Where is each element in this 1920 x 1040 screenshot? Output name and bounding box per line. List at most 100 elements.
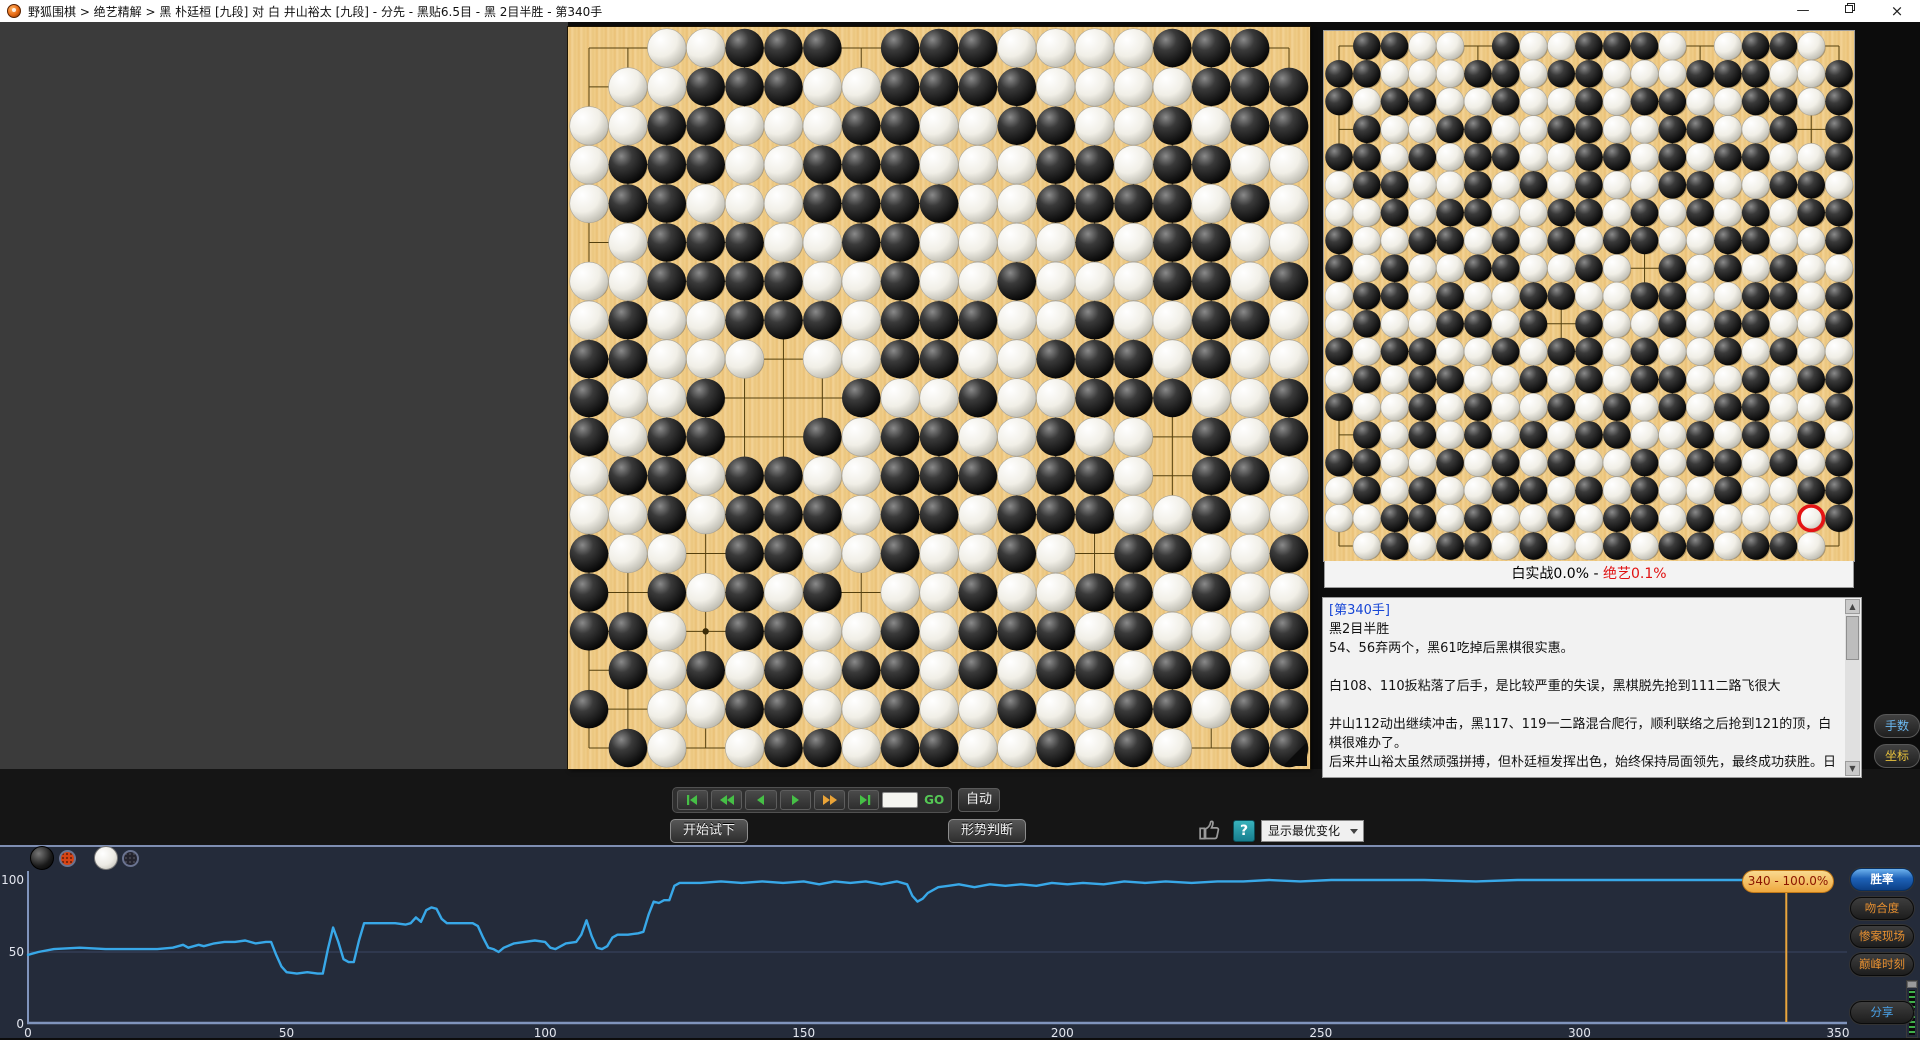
white-stone (1547, 171, 1575, 199)
scroll-down-icon[interactable]: ▼ (1845, 761, 1860, 776)
black-stone (881, 68, 920, 107)
black-stone (1631, 338, 1659, 366)
graph-button-1[interactable]: 胜率 (1850, 868, 1914, 891)
white-stone (648, 301, 687, 340)
black-stone (648, 107, 687, 145)
commentary-line (1329, 658, 1842, 677)
black-stone (725, 262, 764, 301)
go-button[interactable]: GO (921, 790, 947, 810)
white-stone (1575, 532, 1603, 560)
graph-button-4[interactable]: 巅峰时刻 (1850, 953, 1914, 976)
black-stone (570, 534, 609, 573)
white-stone (1659, 60, 1687, 88)
black-stone (1325, 449, 1353, 477)
start-trial-button[interactable]: 开始试下 (670, 819, 748, 843)
white-stone (920, 534, 959, 573)
white-perspective-radio[interactable] (122, 850, 139, 867)
score-ai: 绝艺0.1% (1603, 566, 1667, 582)
white-stone (803, 612, 842, 651)
white-stone (1492, 393, 1520, 421)
white-stone (998, 145, 1037, 184)
black-stone (1325, 60, 1353, 88)
white-stone (1770, 227, 1798, 255)
black-stone (1547, 116, 1575, 144)
black-stone (1742, 532, 1770, 560)
white-stone-indicator[interactable] (94, 846, 118, 870)
black-stone (881, 418, 920, 457)
white-stone (1520, 449, 1548, 477)
white-stone (998, 457, 1037, 496)
white-stone (842, 457, 881, 496)
white-stone (1686, 227, 1714, 255)
black-stone-indicator[interactable] (30, 846, 54, 870)
black-stone (998, 262, 1037, 301)
black-stone (1742, 366, 1770, 394)
help-button[interactable]: ? (1233, 820, 1255, 842)
window-restore-button[interactable] (1833, 0, 1867, 22)
coordinates-button[interactable]: 坐标 (1874, 744, 1920, 768)
black-perspective-radio-selected[interactable] (59, 850, 76, 867)
white-stone (1381, 60, 1409, 88)
scrollbar-thumb[interactable] (1846, 616, 1859, 660)
variation-go-board[interactable] (1324, 31, 1854, 561)
position-judge-button[interactable]: 形势判断 (948, 819, 1026, 843)
slider-knob[interactable] (1907, 981, 1917, 988)
move-numbers-button[interactable]: 手数 (1874, 714, 1920, 738)
window-close-button[interactable]: × (1880, 0, 1914, 22)
white-stone (1436, 338, 1464, 366)
black-stone (1714, 254, 1742, 282)
black-stone (1464, 393, 1492, 421)
black-stone (1520, 477, 1548, 505)
white-stone (920, 145, 959, 184)
black-stone (998, 107, 1037, 145)
black-stone (1575, 421, 1603, 449)
black-stone (1770, 32, 1798, 60)
commentary-scrollbar[interactable]: ▲ ▼ (1845, 599, 1860, 776)
white-stone (1381, 143, 1409, 171)
forward-button[interactable] (780, 790, 811, 810)
black-stone (1547, 338, 1575, 366)
variation-display-dropdown[interactable]: 显示最优变化 (1261, 820, 1364, 842)
fast-back-button[interactable] (711, 790, 742, 810)
graph-button-3[interactable]: 惨案现场 (1850, 925, 1914, 948)
black-stone (1192, 145, 1231, 184)
black-stone (1464, 532, 1492, 560)
winrate-chart[interactable]: 050100150200250300350050100 (0, 847, 1920, 1040)
white-stone (1631, 171, 1659, 199)
white-stone (1797, 227, 1825, 255)
white-stone (1231, 379, 1270, 418)
thumbs-up-icon[interactable] (1198, 817, 1226, 843)
white-stone (1325, 282, 1353, 310)
black-stone (764, 29, 803, 68)
main-go-board[interactable] (568, 27, 1310, 769)
black-stone (686, 107, 725, 145)
white-stone (609, 262, 648, 301)
black-stone (1270, 262, 1309, 301)
white-stone (1114, 262, 1153, 301)
black-stone (1464, 421, 1492, 449)
window-minimize-button[interactable]: — (1786, 0, 1820, 22)
graph-button-5[interactable]: 分享 (1850, 1001, 1914, 1024)
white-stone (842, 68, 881, 107)
last-button[interactable] (848, 790, 879, 810)
first-icon (685, 794, 701, 806)
fast-forward-button[interactable] (814, 790, 845, 810)
black-stone (1742, 88, 1770, 116)
auto-play-button[interactable]: 自动 (958, 788, 1000, 812)
black-stone (1409, 88, 1437, 116)
black-stone (1603, 421, 1631, 449)
black-stone (1631, 227, 1659, 255)
black-stone (1381, 171, 1409, 199)
white-stone (803, 223, 842, 262)
first-button[interactable] (677, 790, 708, 810)
back-button[interactable] (745, 790, 776, 810)
scroll-up-icon[interactable]: ▲ (1845, 599, 1860, 614)
black-stone (1492, 60, 1520, 88)
black-stone (648, 418, 687, 457)
white-stone (1547, 532, 1575, 560)
move-number-input[interactable] (882, 792, 918, 808)
white-stone (1381, 421, 1409, 449)
white-stone (1742, 171, 1770, 199)
graph-button-2[interactable]: 吻合度 (1850, 897, 1914, 920)
black-stone (609, 612, 648, 651)
